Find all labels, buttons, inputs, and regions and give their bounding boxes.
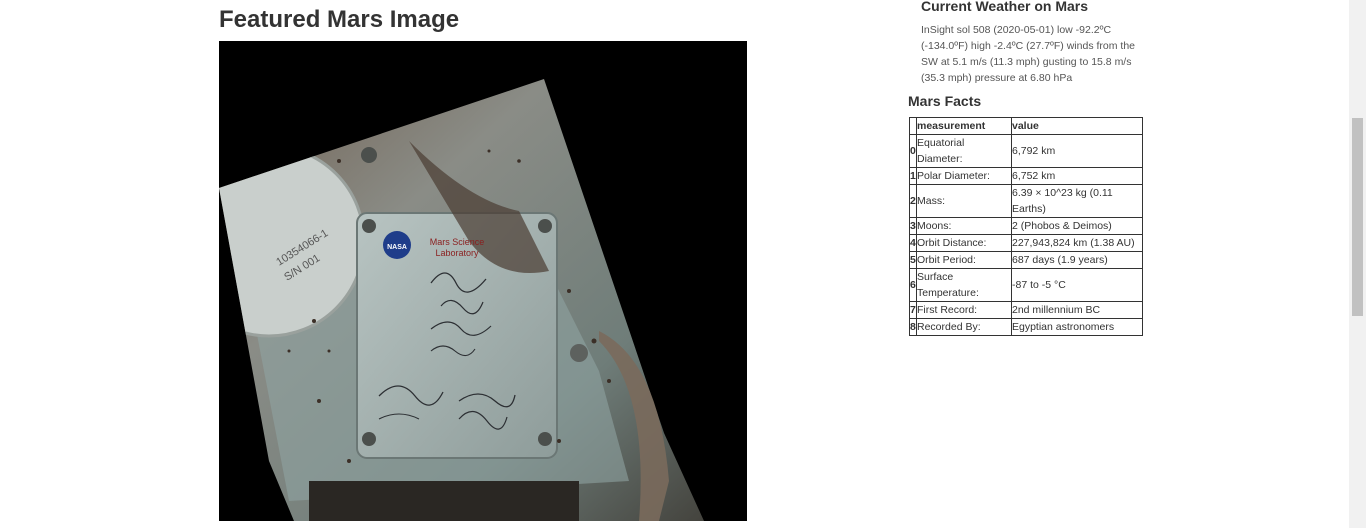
table-row: 6 Surface Temperature: -87 to -5 °C (909, 268, 1143, 302)
mars-facts-table: measurement value 0 Equatorial Diameter:… (909, 117, 1143, 336)
table-row: 2 Mass: 6.39 × 10^23 kg (0.11 Earths) (909, 184, 1143, 218)
mars-facts-title: Mars Facts (908, 93, 982, 109)
row-index: 1 (909, 167, 917, 185)
row-measurement: Mass: (916, 184, 1012, 218)
row-measurement: Surface Temperature: (916, 268, 1012, 302)
table-row: 8 Recorded By: Egyptian astronomers (909, 318, 1143, 336)
row-value: 6,752 km (1011, 167, 1143, 185)
row-index: 0 (909, 134, 917, 168)
row-index: 7 (909, 301, 917, 319)
row-index: 4 (909, 234, 917, 252)
row-value: 687 days (1.9 years) (1011, 251, 1143, 269)
featured-image-title: Featured Mars Image (219, 6, 460, 33)
row-value: 6,792 km (1011, 134, 1143, 168)
row-index: 2 (909, 184, 917, 218)
row-index: 5 (909, 251, 917, 269)
row-measurement: Orbit Distance: (916, 234, 1012, 252)
weather-title: Current Weather on Mars (921, 0, 1088, 14)
featured-mars-image[interactable]: NASA Mars Science Laboratory 10354066-1 … (219, 41, 747, 521)
row-measurement: Orbit Period: (916, 251, 1012, 269)
row-value: 2nd millennium BC (1011, 301, 1143, 319)
header-index (909, 117, 917, 135)
plaque-lab-line1: Mars Science (430, 237, 485, 247)
header-value: value (1011, 117, 1143, 135)
plaque-lab-line2: Laboratory (435, 248, 479, 258)
weather-report: InSight sol 508 (2020-05-01) low -92.2ºC… (921, 24, 1135, 84)
row-measurement: Recorded By: (916, 318, 1012, 336)
table-row: 3 Moons: 2 (Phobos & Deimos) (909, 217, 1143, 235)
table-row: 5 Orbit Period: 687 days (1.9 years) (909, 251, 1143, 269)
row-value: -87 to -5 °C (1011, 268, 1143, 302)
row-value: 2 (Phobos & Deimos) (1011, 217, 1143, 235)
nasa-logo-text: NASA (387, 244, 407, 251)
table-header-row: measurement value (909, 117, 1143, 135)
row-measurement: Moons: (916, 217, 1012, 235)
table-row: 0 Equatorial Diameter: 6,792 km (909, 134, 1143, 168)
row-measurement: First Record: (916, 301, 1012, 319)
row-value: 227,943,824 km (1.38 AU) (1011, 234, 1143, 252)
row-index: 6 (909, 268, 917, 302)
row-value: Egyptian astronomers (1011, 318, 1143, 336)
row-index: 8 (909, 318, 917, 336)
row-value: 6.39 × 10^23 kg (0.11 Earths) (1011, 184, 1143, 218)
header-measurement: measurement (916, 117, 1012, 135)
rover-plaque-photo: NASA Mars Science Laboratory 10354066-1 … (219, 41, 747, 521)
table-row: 7 First Record: 2nd millennium BC (909, 301, 1143, 319)
vertical-scrollbar[interactable] (1349, 0, 1366, 528)
table-row: 1 Polar Diameter: 6,752 km (909, 167, 1143, 185)
row-index: 3 (909, 217, 917, 235)
row-measurement: Polar Diameter: (916, 167, 1012, 185)
row-measurement: Equatorial Diameter: (916, 134, 1012, 168)
table-row: 4 Orbit Distance: 227,943,824 km (1.38 A… (909, 234, 1143, 252)
scrollbar-thumb[interactable] (1352, 118, 1363, 316)
